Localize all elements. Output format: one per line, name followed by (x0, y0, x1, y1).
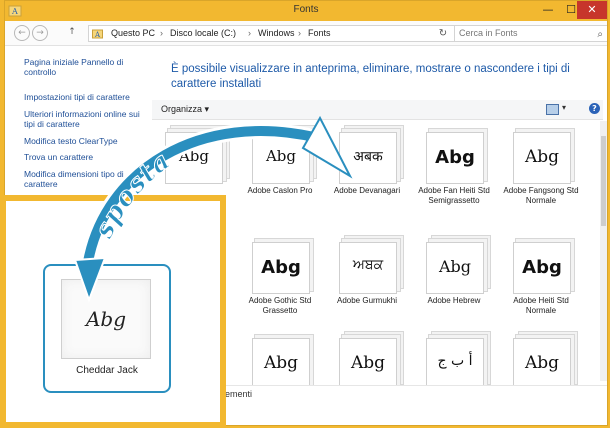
svg-text:A: A (94, 31, 101, 39)
breadcrumb-this-pc[interactable]: Questo PC (111, 26, 155, 41)
font-document-icon: Abg (252, 338, 310, 390)
up-button[interactable]: ↑ (65, 25, 79, 39)
window-title: Fonts (293, 4, 319, 15)
breadcrumb-separator: › (298, 28, 301, 38)
font-document-icon: Abg (426, 132, 484, 184)
font-tile[interactable]: Abg Adobe Heiti Std Normale (501, 240, 581, 340)
command-bar: Organizza ▾ ▾ ? (152, 100, 603, 120)
minimize-button[interactable]: — (537, 1, 559, 19)
font-document-icon: Abg (426, 242, 484, 294)
font-document-icon: Abg (61, 279, 151, 359)
sidebar-item-font-settings[interactable]: Impostazioni tipi di carattere (24, 92, 140, 102)
font-name: Adobe Fangsong Std Normale (503, 186, 579, 205)
title-bar: A Fonts — ☐ ✕ (5, 1, 607, 21)
sidebar-item-online-info[interactable]: Ulteriori informazioni online sui tipi d… (24, 109, 140, 129)
refresh-button[interactable]: ↻ (437, 26, 449, 41)
font-tile[interactable]: Abg (240, 336, 320, 425)
font-tile[interactable]: ਅਬਕ Adobe Gurmukhi (327, 240, 407, 340)
breadcrumb-local-disk[interactable]: Disco locale (C:) (170, 26, 236, 41)
font-tile[interactable]: Abg Adobe Caslon Pro (240, 130, 320, 230)
back-button[interactable]: ← (14, 25, 30, 41)
dragged-font-tile[interactable]: Abg Cheddar Jack (43, 264, 171, 393)
address-bar: ← → ↑ A Questo PC › Disco locale (C:) › … (5, 21, 607, 46)
help-icon[interactable]: ? (589, 103, 600, 114)
callout-frame: Abg Cheddar Jack (0, 195, 226, 428)
breadcrumb-windows[interactable]: Windows (258, 26, 295, 41)
font-name: Adobe Devanagari (333, 186, 401, 195)
sidebar-item-cleartype[interactable]: Modifica testo ClearType (24, 136, 140, 146)
font-tile[interactable]: Abg Adobe Fan Heiti Std Semigrassetto (414, 130, 494, 230)
font-document-icon: Abg (165, 132, 223, 184)
sidebar-item-control-panel-home[interactable]: Pagina iniziale Pannello di controllo (24, 57, 140, 77)
font-document-icon: Abg (513, 132, 571, 184)
breadcrumb-separator: › (248, 28, 251, 38)
view-options-icon[interactable] (546, 104, 559, 115)
font-tile[interactable]: अबक Adobe Devanagari (327, 130, 407, 230)
forward-button[interactable]: → (32, 25, 48, 41)
font-name: Adobe Gurmukhi (336, 296, 398, 305)
font-document-icon: Abg (252, 132, 310, 184)
view-options-caret[interactable]: ▾ (562, 103, 566, 112)
font-name: Adobe Gothic Std Grassetto (248, 296, 312, 315)
font-document-icon: أ ب ج (426, 338, 484, 390)
font-name: Cheddar Jack (76, 365, 138, 376)
sidebar-item-font-size[interactable]: Modifica dimensioni tipo di carattere (24, 169, 140, 189)
vertical-scrollbar[interactable] (600, 121, 607, 381)
breadcrumb-fonts[interactable]: Fonts (308, 26, 331, 41)
status-text: lementi (223, 389, 253, 399)
font-document-icon: Abg (513, 338, 571, 390)
callout-panel: Abg Cheddar Jack (6, 201, 220, 422)
sidebar-item-find-character[interactable]: Trova un carattere (24, 152, 140, 162)
font-name: Adobe Heiti Std Normale (513, 296, 569, 315)
breadcrumb-separator: › (160, 28, 163, 38)
font-document-icon: अबक (339, 132, 397, 184)
search-placeholder: Cerca in Fonts (459, 28, 518, 38)
font-sample: Abg (85, 307, 127, 331)
organize-menu[interactable]: Organizza ▾ (161, 104, 209, 115)
close-button[interactable]: ✕ (577, 1, 607, 19)
search-input[interactable]: Cerca in Fonts ⌕ (454, 25, 607, 42)
font-document-icon: Abg (513, 242, 571, 294)
font-document-icon: Abg (339, 338, 397, 390)
font-name: Adobe Fan Heiti Std Semigrassetto (418, 186, 490, 205)
font-tile[interactable]: Abg (327, 336, 407, 425)
font-name: Adobe Caslon Pro (247, 186, 313, 195)
font-tile[interactable]: Abg (501, 336, 581, 425)
page-title: È possibile visualizzare in anteprima, e… (171, 63, 570, 90)
font-document-icon: Abg (252, 242, 310, 294)
scrollbar-thumb[interactable] (601, 136, 606, 226)
font-tile[interactable]: أ ب ج (414, 336, 494, 425)
font-tile[interactable]: Abg Adobe Hebrew (414, 240, 494, 340)
search-icon: ⌕ (597, 29, 603, 40)
font-tile[interactable]: Abg Adobe Gothic Std Grassetto (240, 240, 320, 340)
breadcrumb[interactable]: A Questo PC › Disco locale (C:) › Window… (88, 25, 455, 42)
fonts-folder-icon: A (92, 29, 103, 39)
font-name: Adobe Hebrew (427, 296, 481, 305)
font-document-icon: ਅਬਕ (339, 242, 397, 294)
font-tile[interactable]: Abg Adobe Fangsong Std Normale (501, 130, 581, 230)
